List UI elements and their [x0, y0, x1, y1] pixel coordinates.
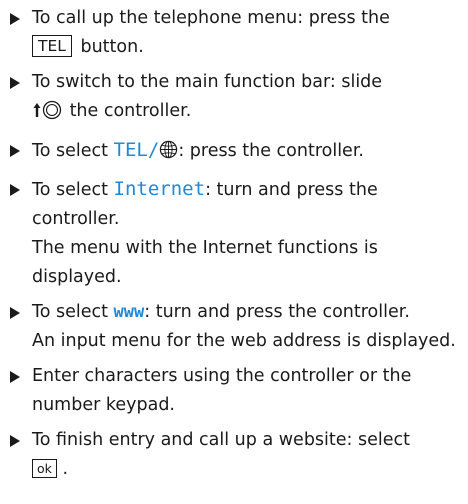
- controller-slide-up-icon: [32, 100, 62, 130]
- bullet-arrow-icon: [10, 371, 20, 383]
- bullet-arrow-icon: [10, 13, 20, 25]
- step-result-text: An input menu for the web address is dis…: [32, 331, 456, 351]
- menu-item-internet: Internet: [113, 178, 206, 200]
- step-text: To select: [32, 302, 114, 322]
- bullet-arrow-icon: [10, 307, 20, 319]
- step-main-function-bar: To switch to the main function bar: slid…: [8, 68, 464, 130]
- step-text: Enter characters using the controller or…: [32, 366, 412, 415]
- tel-button-key: TEL: [32, 35, 72, 57]
- bullet-arrow-icon: [10, 435, 20, 447]
- menu-item-www: www: [113, 302, 145, 322]
- ok-button-key: ok: [32, 459, 57, 478]
- step-text: the controller.: [64, 101, 192, 121]
- bullet-arrow-icon: [10, 77, 20, 89]
- step-text: To call up the telephone menu: press the: [32, 8, 390, 28]
- step-finish-entry: To finish entry and call up a website: s…: [8, 426, 464, 484]
- step-select-www: To select www: turn and press the contro…: [8, 298, 464, 356]
- menu-item-tel: TEL/: [113, 139, 160, 161]
- step-text: : press the controller.: [178, 141, 364, 161]
- step-select-internet: To select Internet: turn and press the c…: [8, 175, 464, 292]
- step-text: To switch to the main function bar: slid…: [32, 72, 383, 92]
- bullet-arrow-icon: [10, 145, 20, 157]
- globe-icon: [159, 140, 178, 169]
- step-text: To select: [32, 141, 114, 161]
- step-text: : turn and press the controller.: [144, 302, 410, 322]
- step-result-text: The menu with the Internet functions is …: [32, 238, 378, 287]
- step-text: .: [56, 459, 69, 479]
- step-text: button.: [74, 37, 144, 57]
- step-text: To select: [32, 180, 114, 200]
- bullet-arrow-icon: [10, 184, 20, 196]
- step-text: To finish entry and call up a website: s…: [32, 430, 410, 450]
- step-enter-characters: Enter characters using the controller or…: [8, 362, 464, 420]
- step-select-tel-internet: To select TEL/ : press the controller.: [8, 136, 464, 169]
- step-call-telephone-menu: To call up the telephone menu: press the…: [8, 4, 464, 62]
- instruction-page: To call up the telephone menu: press the…: [0, 0, 468, 504]
